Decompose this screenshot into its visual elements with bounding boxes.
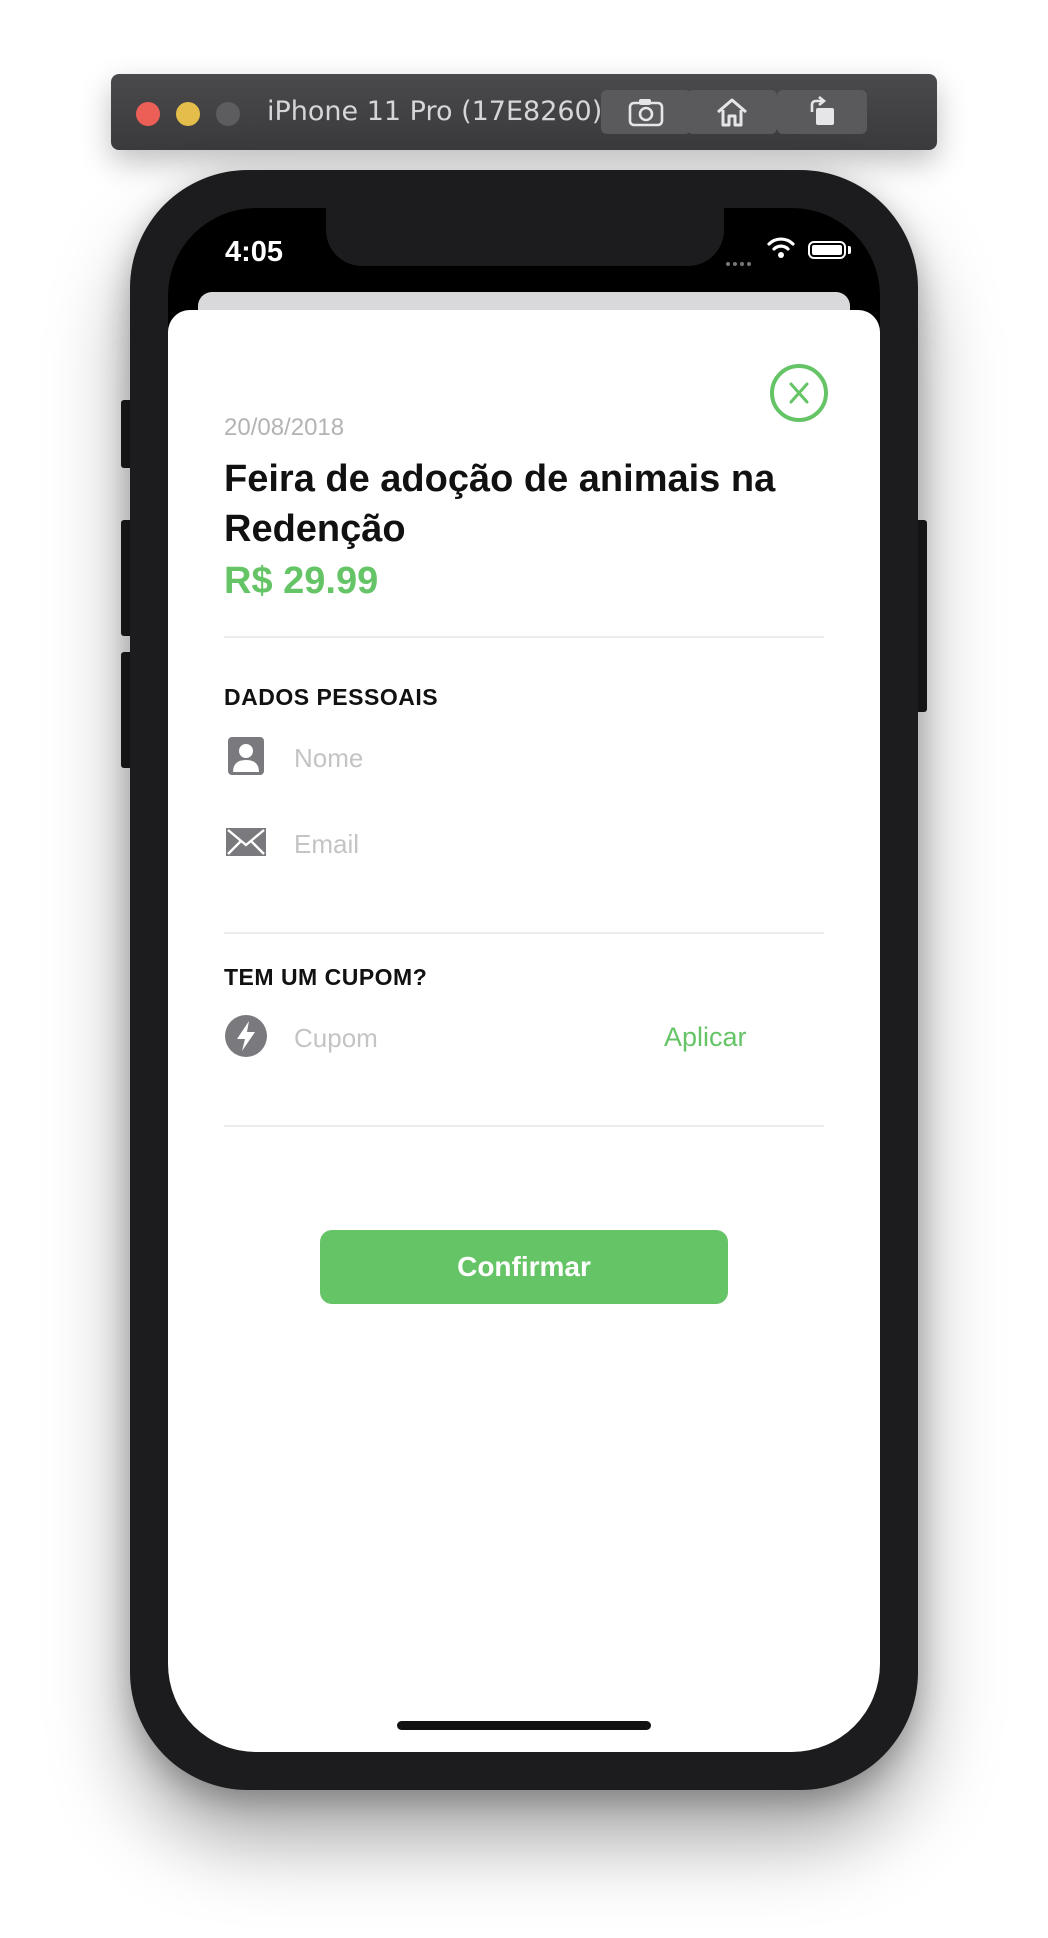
coupon-heading: TEM UM CUPOM? xyxy=(224,964,428,990)
home-button[interactable] xyxy=(687,90,777,134)
battery-tip xyxy=(848,246,851,254)
screenshot-button[interactable] xyxy=(601,90,691,134)
wifi-icon xyxy=(767,237,795,258)
confirm-button[interactable]: Confirmar xyxy=(320,1230,728,1304)
email-field[interactable] xyxy=(294,822,594,866)
zoom-window-button[interactable] xyxy=(216,102,240,126)
divider xyxy=(224,932,824,934)
rotate-icon xyxy=(810,96,834,125)
apply-coupon-button[interactable]: Aplicar xyxy=(664,1022,747,1053)
name-field[interactable] xyxy=(294,736,594,780)
simulator-title: iPhone 11 Pro (17E8260) xyxy=(267,96,603,127)
divider xyxy=(224,636,824,638)
coupon-field[interactable] xyxy=(294,1016,624,1060)
checkout-sheet: 20/08/2018 Feira de adoção de animais na… xyxy=(168,310,880,1752)
rotate-button[interactable] xyxy=(777,90,867,134)
home-icon xyxy=(717,98,747,127)
screenshot-icon xyxy=(628,99,664,127)
notch xyxy=(326,208,724,266)
battery-icon xyxy=(808,241,846,259)
person-icon xyxy=(228,737,264,775)
mail-icon xyxy=(226,828,266,856)
status-time: 4:05 xyxy=(225,236,284,268)
close-icon xyxy=(789,382,809,404)
event-title: Feira de adoção de animais na Redenção xyxy=(224,458,776,550)
home-indicator[interactable] xyxy=(397,1721,651,1730)
event-date: 20/08/2018 xyxy=(224,414,345,441)
divider xyxy=(224,1125,824,1127)
cellular-signal-icon xyxy=(726,253,754,271)
personal-data-heading: DADOS PESSOAIS xyxy=(224,684,439,710)
simulator-toolbar: iPhone 11 Pro (17E8260) xyxy=(111,74,937,150)
lightning-icon xyxy=(225,1015,267,1057)
phone-screen: 4:05 20/08/2018 Feira de adoção de anima… xyxy=(168,208,880,1752)
close-button[interactable] xyxy=(770,364,828,422)
close-window-button[interactable] xyxy=(136,102,160,126)
minimize-window-button[interactable] xyxy=(176,102,200,126)
event-price: R$ 29.99 xyxy=(224,560,379,602)
